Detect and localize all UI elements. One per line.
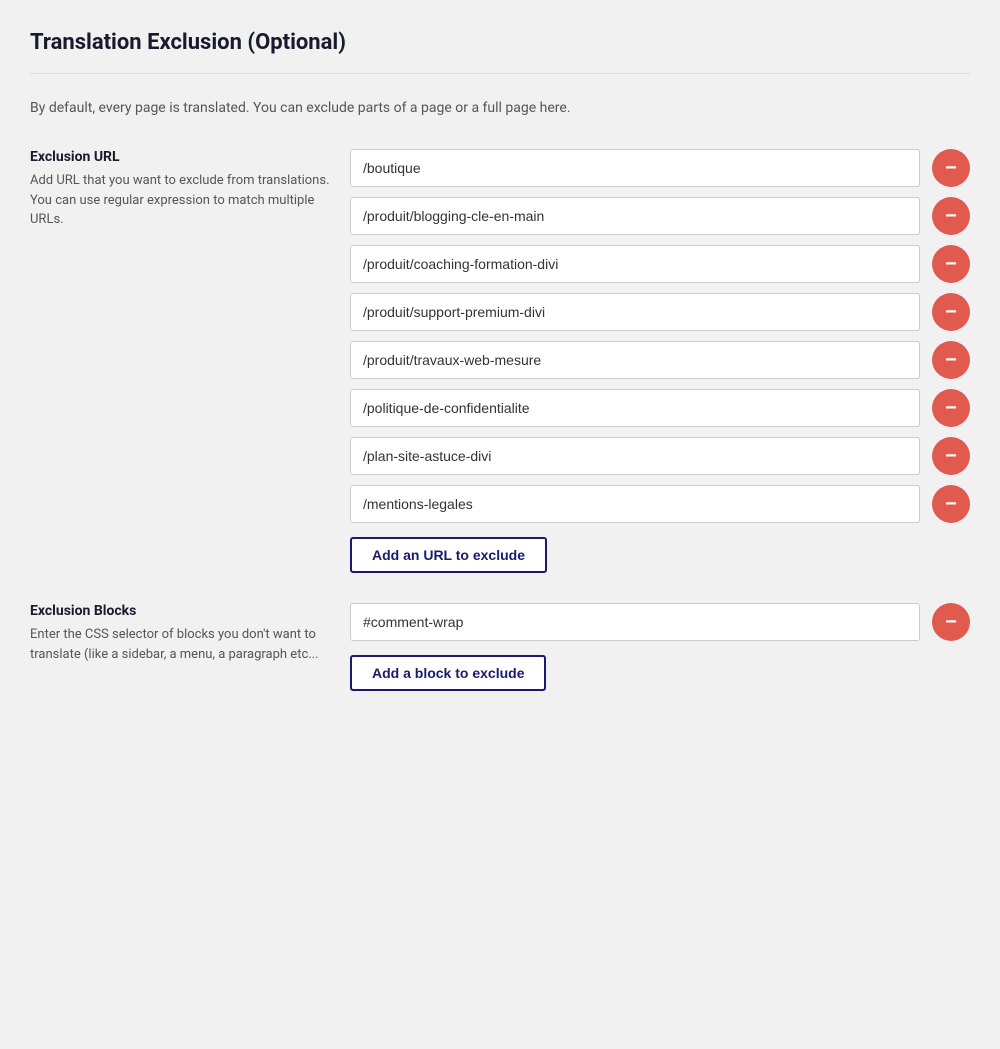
url-input-2[interactable] bbox=[350, 245, 920, 283]
url-input-0[interactable] bbox=[350, 149, 920, 187]
exclusion-url-label-group: Exclusion URL Add URL that you want to e… bbox=[30, 149, 350, 230]
remove-url-button-4[interactable]: − bbox=[932, 341, 970, 379]
url-row: − bbox=[350, 197, 970, 235]
exclusion-url-section: Exclusion URL Add URL that you want to e… bbox=[30, 149, 970, 573]
remove-url-button-5[interactable]: − bbox=[932, 389, 970, 427]
remove-url-button-3[interactable]: − bbox=[932, 293, 970, 331]
url-input-3[interactable] bbox=[350, 293, 920, 331]
page-title: Translation Exclusion (Optional) bbox=[30, 30, 970, 55]
block-input-0[interactable] bbox=[350, 603, 920, 641]
exclusion-url-description: Add URL that you want to exclude from tr… bbox=[30, 171, 330, 230]
url-row: − bbox=[350, 437, 970, 475]
exclusion-url-title: Exclusion URL bbox=[30, 149, 330, 165]
url-input-6[interactable] bbox=[350, 437, 920, 475]
remove-url-button-1[interactable]: − bbox=[932, 197, 970, 235]
remove-url-button-7[interactable]: − bbox=[932, 485, 970, 523]
url-row: − bbox=[350, 389, 970, 427]
exclusion-blocks-description: Enter the CSS selector of blocks you don… bbox=[30, 625, 330, 664]
page-description: By default, every page is translated. Yo… bbox=[30, 98, 970, 119]
url-input-1[interactable] bbox=[350, 197, 920, 235]
url-row: − bbox=[350, 485, 970, 523]
exclusion-blocks-section: Exclusion Blocks Enter the CSS selector … bbox=[30, 603, 970, 691]
add-block-button[interactable]: Add a block to exclude bbox=[350, 655, 546, 691]
section-divider bbox=[30, 73, 970, 74]
url-row: − bbox=[350, 293, 970, 331]
block-row: − bbox=[350, 603, 970, 641]
url-row: − bbox=[350, 341, 970, 379]
url-input-7[interactable] bbox=[350, 485, 920, 523]
block-rows-container: − bbox=[350, 603, 970, 641]
remove-block-button-0[interactable]: − bbox=[932, 603, 970, 641]
remove-url-button-2[interactable]: − bbox=[932, 245, 970, 283]
add-url-button[interactable]: Add an URL to exclude bbox=[350, 537, 547, 573]
exclusion-blocks-title: Exclusion Blocks bbox=[30, 603, 330, 619]
exclusion-url-inputs: − − − − − − − − Add an URL to exclude bbox=[350, 149, 970, 573]
exclusion-blocks-label-group: Exclusion Blocks Enter the CSS selector … bbox=[30, 603, 350, 664]
url-row: − bbox=[350, 245, 970, 283]
url-row: − bbox=[350, 149, 970, 187]
url-input-5[interactable] bbox=[350, 389, 920, 427]
url-input-4[interactable] bbox=[350, 341, 920, 379]
remove-url-button-6[interactable]: − bbox=[932, 437, 970, 475]
remove-url-button-0[interactable]: − bbox=[932, 149, 970, 187]
exclusion-blocks-inputs: − Add a block to exclude bbox=[350, 603, 970, 691]
url-rows-container: − − − − − − − − bbox=[350, 149, 970, 523]
